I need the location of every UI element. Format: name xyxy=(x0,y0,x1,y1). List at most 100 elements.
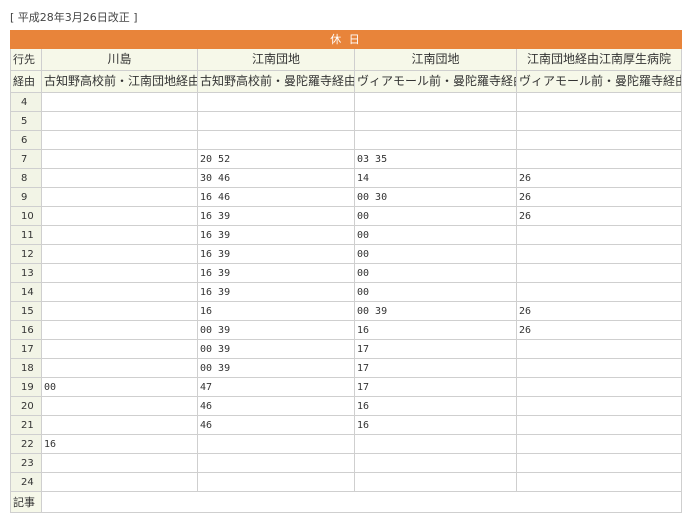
hour-label: 22 xyxy=(10,434,42,454)
departure-minutes-cell xyxy=(41,206,198,226)
hour-row: 16 00 39 16 26 xyxy=(10,320,683,340)
departure-minutes-cell: 26 xyxy=(515,168,683,188)
hour-row: 11 16 39 00 xyxy=(10,225,683,245)
departure-minutes-cell: 16 xyxy=(354,415,517,435)
hour-label: 16 xyxy=(10,320,42,340)
departure-minutes-cell xyxy=(41,168,198,188)
hour-label: 23 xyxy=(10,453,42,473)
departure-minutes-cell xyxy=(41,225,198,245)
day-type-label: 休 日 xyxy=(9,30,683,49)
departure-minutes-cell xyxy=(197,472,355,492)
departure-minutes-cell: 47 xyxy=(197,377,355,397)
departure-minutes-cell: 03 35 xyxy=(354,149,517,169)
departure-minutes-cell xyxy=(354,472,517,492)
hour-label: 12 xyxy=(10,244,42,264)
hour-label: 5 xyxy=(10,111,42,131)
notes-row: 記事 xyxy=(10,491,683,513)
route-cell: ヴィアモール前・曼陀羅寺経由 xyxy=(515,70,683,93)
destination-row: 行先 川島 江南団地 江南団地 江南団地経由江南厚生病院 xyxy=(10,48,683,71)
departure-minutes-cell: 16 39 xyxy=(197,282,355,302)
hour-row: 20 46 16 xyxy=(10,396,683,416)
hour-row: 6 xyxy=(10,130,683,150)
hour-label: 4 xyxy=(10,92,42,112)
route-label: 経由 xyxy=(10,70,42,93)
departure-minutes-cell: 26 xyxy=(515,320,683,340)
hour-row: 17 00 39 17 xyxy=(10,339,683,359)
notes-label: 記事 xyxy=(10,491,42,513)
departure-minutes-cell xyxy=(41,320,198,340)
departure-minutes-cell: 20 52 xyxy=(197,149,355,169)
departure-minutes-cell xyxy=(515,130,683,150)
departure-minutes-cell: 26 xyxy=(515,206,683,226)
departure-minutes-cell: 16 xyxy=(354,396,517,416)
hour-row: 5 xyxy=(10,111,683,131)
departure-minutes-cell xyxy=(197,92,355,112)
departure-minutes-cell xyxy=(354,434,517,454)
departure-minutes-cell xyxy=(41,149,198,169)
departure-minutes-cell xyxy=(354,111,517,131)
hour-label: 8 xyxy=(10,168,42,188)
departure-minutes-cell: 16 46 xyxy=(197,187,355,207)
revision-date: [ 平成28年3月26日改正 ] xyxy=(10,11,138,24)
departure-minutes-cell xyxy=(41,130,198,150)
departure-minutes-cell: 00 xyxy=(354,282,517,302)
departure-minutes-cell: 17 xyxy=(354,339,517,359)
departure-minutes-cell xyxy=(197,130,355,150)
hour-label: 18 xyxy=(10,358,42,378)
departure-minutes-cell xyxy=(41,263,198,283)
departure-minutes-cell xyxy=(41,111,198,131)
departure-minutes-cell: 00 39 xyxy=(354,301,517,321)
departure-minutes-cell: 17 xyxy=(354,358,517,378)
departure-minutes-cell: 26 xyxy=(515,187,683,207)
departure-minutes-cell: 00 30 xyxy=(354,187,517,207)
departure-minutes-cell: 16 xyxy=(197,301,355,321)
departure-minutes-cell: 16 xyxy=(41,434,198,454)
departure-minutes-cell: 16 39 xyxy=(197,225,355,245)
destination-cell: 江南団地 xyxy=(197,48,355,71)
hour-label: 13 xyxy=(10,263,42,283)
timetable: 休 日 行先 川島 江南団地 江南団地 江南団地経由江南厚生病院 経由 古知野高… xyxy=(9,30,683,513)
route-cell: 古知野高校前・曼陀羅寺経由 xyxy=(197,70,355,93)
hour-label: 6 xyxy=(10,130,42,150)
hour-row: 7 20 52 03 35 xyxy=(10,149,683,169)
departure-minutes-cell: 00 xyxy=(354,225,517,245)
departure-minutes-cell xyxy=(41,282,198,302)
departure-minutes-cell: 26 xyxy=(515,301,683,321)
departure-minutes-cell xyxy=(41,244,198,264)
destination-cell: 江南団地 xyxy=(354,48,517,71)
route-cell: ヴィアモール前・曼陀羅寺経由 xyxy=(354,70,517,93)
hour-row: 18 00 39 17 xyxy=(10,358,683,378)
day-type-banner: 休 日 xyxy=(9,30,683,49)
hour-row: 24 xyxy=(10,472,683,492)
hour-label: 15 xyxy=(10,301,42,321)
departure-minutes-cell xyxy=(515,415,683,435)
hour-row: 22 16 xyxy=(10,434,683,454)
departure-minutes-cell: 16 39 xyxy=(197,244,355,264)
departure-minutes-cell: 00 39 xyxy=(197,339,355,359)
departure-minutes-cell: 16 39 xyxy=(197,263,355,283)
departure-minutes-cell xyxy=(41,453,198,473)
departure-minutes-cell xyxy=(354,92,517,112)
departure-minutes-cell xyxy=(515,396,683,416)
hour-label: 14 xyxy=(10,282,42,302)
hour-row: 19 00 47 17 xyxy=(10,377,683,397)
departure-minutes-cell: 46 xyxy=(197,396,355,416)
departure-minutes-cell xyxy=(354,453,517,473)
departure-minutes-cell: 17 xyxy=(354,377,517,397)
departure-minutes-cell: 30 46 xyxy=(197,168,355,188)
hour-label: 19 xyxy=(10,377,42,397)
departure-minutes-cell: 00 xyxy=(354,244,517,264)
hour-label: 11 xyxy=(10,225,42,245)
departure-minutes-cell xyxy=(515,149,683,169)
departure-minutes-cell: 14 xyxy=(354,168,517,188)
departure-minutes-cell: 16 39 xyxy=(197,206,355,226)
departure-minutes-cell xyxy=(197,453,355,473)
hour-row: 10 16 39 00 26 xyxy=(10,206,683,226)
departure-minutes-cell xyxy=(515,244,683,264)
hour-row: 14 16 39 00 xyxy=(10,282,683,302)
destination-cell: 川島 xyxy=(41,48,198,71)
departure-minutes-cell xyxy=(515,472,683,492)
hour-label: 20 xyxy=(10,396,42,416)
hour-label: 7 xyxy=(10,149,42,169)
departure-minutes-cell xyxy=(515,282,683,302)
